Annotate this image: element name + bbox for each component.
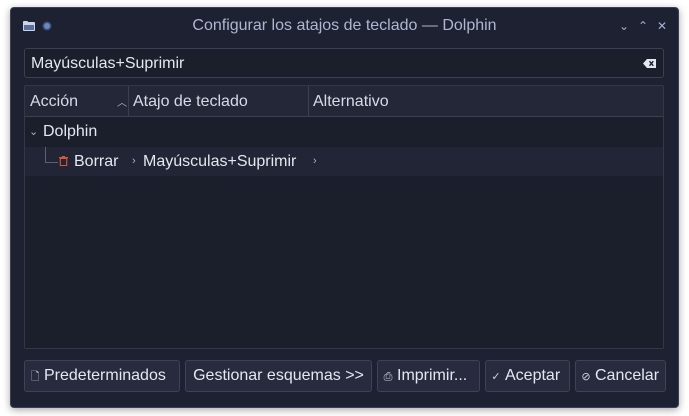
shortcut-value[interactable]: Mayúsculas+Suprimir [143,147,296,176]
manage-schemes-label: Gestionar esquemas >> [193,367,364,384]
maximize-icon[interactable]: ⌃ [636,19,650,33]
action-label: Borrar [74,153,119,170]
table-row[interactable]: Borrar › Mayúsculas+Suprimir › [25,147,663,176]
column-header-alternate[interactable]: Alternativo [313,86,389,116]
window-title: Configurar los atajos de teclado — Dolph… [192,17,497,34]
printer-icon: ⎙ [383,371,393,383]
chevron-right-icon[interactable]: › [313,147,317,176]
manage-schemes-button[interactable]: Gestionar esquemas >> [185,360,372,392]
chevron-right-icon[interactable]: › [132,147,136,176]
search-input[interactable]: Mayúsculas+Suprimir [31,55,184,73]
chevron-down-icon[interactable]: ⌄ [29,118,38,147]
column-divider[interactable] [308,86,309,116]
print-button-label: Imprimir... [397,367,468,384]
defaults-button-label: Predeterminados [44,367,166,384]
cancel-icon: ⊘ [581,371,591,383]
column-divider[interactable] [128,86,129,116]
accept-button[interactable]: ✓ Aceptar [485,360,570,392]
column-header-shortcut[interactable]: Atajo de teclado [133,86,248,116]
minimize-icon[interactable]: ⌄ [617,19,631,33]
trash-icon [59,156,68,166]
document-reset-icon: 🗋 [30,371,40,383]
search-field[interactable]: Mayúsculas+Suprimir [24,48,664,78]
accept-button-label: Aceptar [505,367,561,384]
sort-ascending-icon[interactable]: ︿ [117,94,127,109]
title-bar: Configurar los atajos de teclado — Dolph… [11,8,678,44]
checkmark-icon: ✓ [491,371,501,383]
shortcuts-dialog: Configurar los atajos de teclado — Dolph… [10,7,679,408]
defaults-button[interactable]: 🗋 Predeterminados [24,360,180,392]
table-header: Acción ︿ Atajo de teclado Alternativo [25,86,663,117]
clear-search-icon[interactable] [643,59,656,68]
tree-group-row[interactable]: ⌄ Dolphin [25,117,663,146]
tree-branch-line [45,147,58,163]
cancel-button[interactable]: ⊘ Cancelar [575,360,666,392]
close-icon[interactable]: ✕ [655,19,669,33]
group-label: Dolphin [43,123,98,140]
print-button[interactable]: ⎙ Imprimir... [377,360,480,392]
shortcuts-tree[interactable]: Acción ︿ Atajo de teclado Alternativo ⌄ … [24,85,664,349]
column-header-action[interactable]: Acción [30,86,78,116]
cancel-button-label: Cancelar [595,367,660,384]
